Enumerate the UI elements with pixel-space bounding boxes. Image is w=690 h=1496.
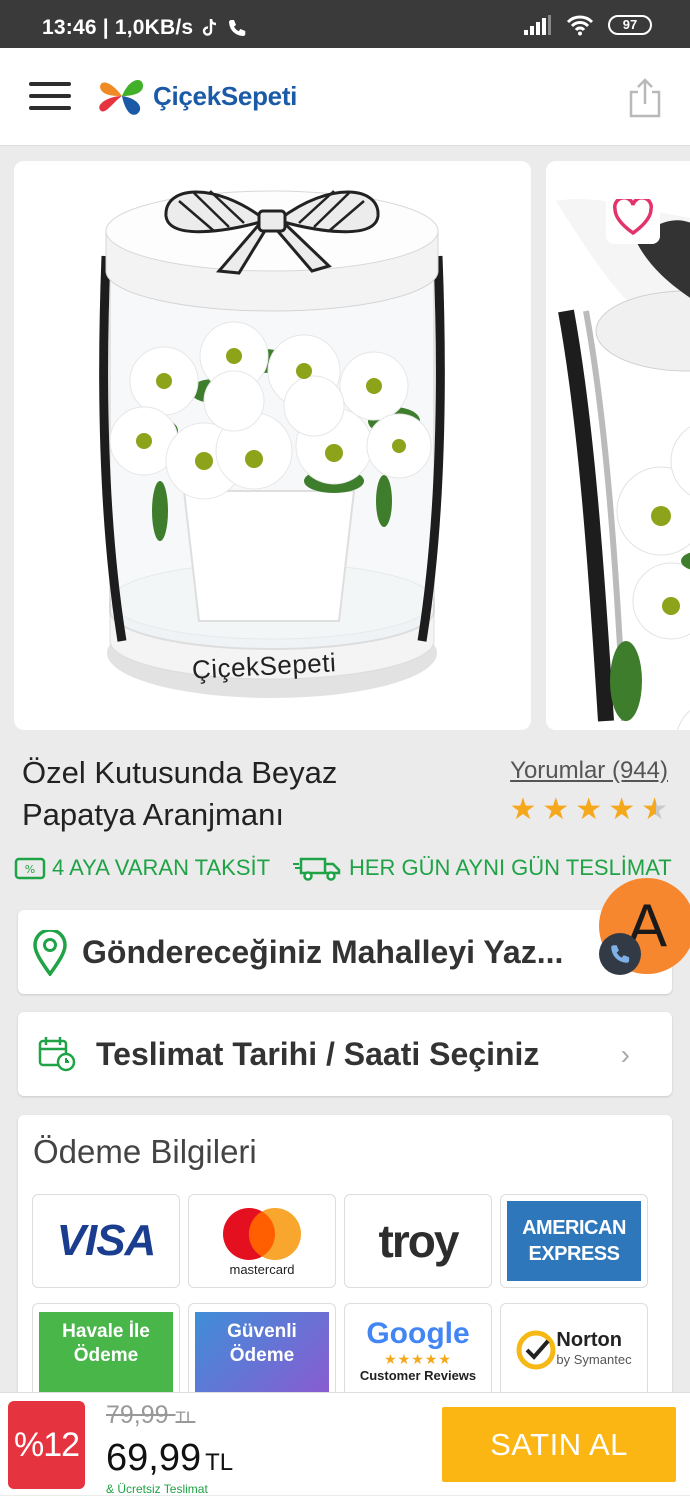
status-right: 97: [524, 14, 652, 36]
menu-icon[interactable]: [29, 82, 71, 112]
calendar-clock-icon: [38, 1037, 76, 1072]
current-price: 69,99 TL: [106, 1437, 234, 1479]
half-star-icon: ★: [641, 793, 668, 826]
checkmark-icon: [516, 1330, 556, 1370]
star-icon: ★: [542, 793, 570, 826]
google-reviews-logo: Google ★★★★★ Customer Reviews: [344, 1303, 492, 1397]
delivery-date-label: Teslimat Tarihi / Saati Seçiniz: [96, 1036, 540, 1072]
share-icon[interactable]: [628, 78, 662, 118]
star-icon: ★★★★★: [384, 1351, 452, 1367]
phone-icon: [611, 945, 630, 963]
flower-box-closeup-illustration: [546, 161, 690, 730]
address-placeholder: Göndereceğiniz Mahalleyi Yaz...: [82, 934, 564, 970]
battery-indicator: 97: [608, 15, 652, 35]
chevron-right-icon: ›: [620, 1039, 630, 1070]
rating-stars[interactable]: ★ ★ ★ ★ ★: [509, 795, 668, 825]
secure-payment-logo: Güvenli Ödeme: [188, 1303, 336, 1397]
app-header: ÇiçekSepeti: [0, 48, 690, 146]
product-image-next[interactable]: [546, 161, 690, 730]
delivery-date-selector[interactable]: Teslimat Tarihi / Saati Seçiniz ›: [18, 1012, 672, 1096]
bank-transfer-logo: Havale İle Ödeme: [32, 1303, 180, 1397]
call-button[interactable]: [599, 933, 641, 975]
delivery-promo: HER GÜN AYNI GÜN TESLİMAT: [293, 855, 672, 881]
flower-box-illustration: [99, 190, 445, 698]
location-pin-icon: [33, 930, 67, 976]
reviews-link[interactable]: Yorumlar (944): [510, 757, 668, 785]
delivery-text: HER GÜN AYNI GÜN TESLİMAT: [349, 855, 672, 880]
discount-badge: %12: [8, 1401, 85, 1489]
star-icon: ★: [509, 793, 537, 826]
mastercard-circles-icon: [223, 1207, 301, 1260]
product-image-carousel[interactable]: ÇiçekSepeti: [0, 161, 690, 731]
brand-logo[interactable]: ÇiçekSepeti: [97, 74, 297, 118]
payment-title: Ödeme Bilgileri: [33, 1133, 257, 1170]
star-icon: ★: [575, 793, 603, 826]
svg-text:%: %: [25, 863, 35, 876]
product-image-main[interactable]: ÇiçekSepeti: [14, 161, 531, 730]
wifi-icon: [566, 15, 594, 36]
phone-status-icon: [229, 20, 246, 36]
norton-logo: Norton by Symantec: [500, 1303, 648, 1397]
mastercard-logo: mastercard: [188, 1194, 336, 1288]
visa-logo: VISA: [32, 1194, 180, 1288]
tiktok-icon: [203, 18, 217, 36]
installment-icon: %: [14, 857, 46, 880]
heart-icon: [613, 199, 653, 235]
buy-button[interactable]: SATIN AL: [442, 1407, 676, 1482]
free-delivery-note: & Ücretsiz Teslimat: [106, 1482, 208, 1496]
product-title: Özel Kutusunda Beyaz Papatya Aranjmanı: [22, 755, 338, 832]
status-time-speed: 13:46 | 1,0KB/s: [42, 16, 194, 39]
installment-promo: % 4 AYA VARAN TAKSİT: [14, 855, 270, 881]
troy-logo: troy: [344, 1194, 492, 1288]
signal-icon: [524, 15, 551, 35]
delivery-truck-icon: [293, 857, 341, 881]
favorite-button[interactable]: [606, 190, 660, 244]
status-left: 13:46 | 1,0KB/s: [42, 16, 247, 40]
installment-text: 4 AYA VARAN TAKSİT: [52, 855, 271, 880]
status-bar: 13:46 | 1,0KB/s 97: [0, 0, 690, 48]
star-icon: ★: [608, 793, 636, 826]
brand-name: ÇiçekSepeti: [153, 80, 298, 111]
purchase-bar: %12 79,99 TL 69,99 TL & Ücretsiz Teslimat…: [0, 1392, 690, 1496]
address-input[interactable]: Göndereceğiniz Mahalleyi Yaz...: [18, 910, 672, 994]
payment-info-section: Ödeme Bilgileri VISA mastercard troy AME…: [18, 1115, 672, 1405]
old-price: 79,99 TL: [106, 1401, 196, 1429]
flower-logo-icon: [99, 80, 143, 115]
amex-logo: AMERICAN EXPRESS: [500, 1194, 648, 1288]
